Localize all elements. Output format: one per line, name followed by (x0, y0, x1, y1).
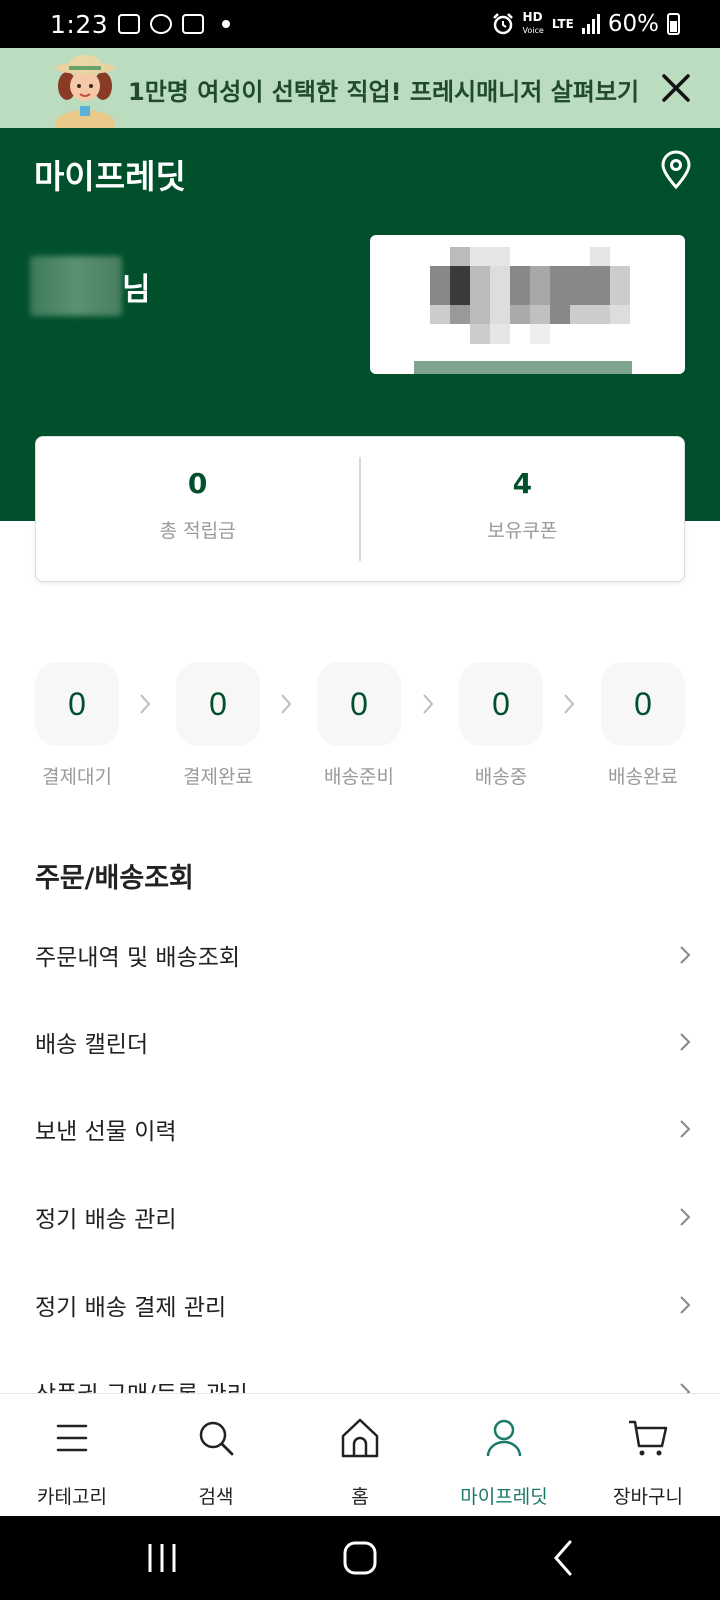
nav-item-home[interactable]: 홈 (288, 1394, 432, 1516)
reward-points-label: 총 적립금 (159, 520, 236, 542)
reward-points-value: 0 (187, 467, 208, 500)
bottom-nav: 카테고리 검색 홈 마이프레딧 장바구니 (0, 1393, 720, 1516)
fresh-manager-character-icon (55, 55, 115, 128)
voice-label: Voice (522, 26, 544, 35)
order-step-label: 결제완료 (183, 766, 253, 788)
status-left: 1:23 (50, 9, 231, 39)
app-screen: 1:23 HD Voice LTE 60% 1만명 여성이 선택한 직업! 프레… (0, 0, 720, 1600)
cart-icon (629, 1420, 668, 1456)
home-button-icon[interactable] (338, 1536, 382, 1580)
chevron-right-icon (423, 694, 434, 714)
points-card: 0 총 적립금 4 보유쿠폰 (35, 436, 685, 582)
promo-banner[interactable]: 1만명 여성이 선택한 직업! 프레시매니저 살펴보기 (0, 48, 720, 128)
promo-text: 1만명 여성이 선택한 직업! 프레시매니저 살펴보기 (128, 78, 640, 106)
nav-item-my-page[interactable]: 마이프레딧 (432, 1394, 576, 1516)
chevron-right-icon (140, 694, 151, 714)
chevron-right-icon (564, 694, 575, 714)
nav-label: 장바구니 (613, 1486, 683, 1508)
menu-item-subscription-delivery[interactable]: 정기 배송 관리 (0, 1187, 720, 1247)
barcode-redacted (430, 247, 630, 363)
menu-item-label: 정기 배송 관리 (35, 1207, 177, 1233)
nav-label: 검색 (198, 1486, 234, 1508)
back-icon[interactable] (542, 1536, 586, 1580)
chevron-right-icon (281, 694, 292, 714)
lte-indicator: LTE (551, 17, 574, 31)
order-status-steps: 0 결제대기 0 결제완료 0 배송준비 0 배송중 0 배송완료 (35, 662, 685, 792)
nav-item-category[interactable]: 카테고리 (0, 1394, 144, 1516)
user-name-redacted (30, 256, 122, 316)
battery-percent: 60% (607, 11, 659, 37)
menu-item-label: 주문내역 및 배송조회 (35, 945, 241, 971)
chevron-right-icon (680, 946, 691, 964)
order-step-preparing[interactable]: 0 배송준비 (317, 662, 401, 789)
page-title: 마이프레딧 (34, 157, 186, 196)
order-step-payment-pending[interactable]: 0 결제대기 (35, 662, 119, 789)
nav-item-cart[interactable]: 장바구니 (576, 1394, 720, 1516)
menu-item-order-history[interactable]: 주문내역 및 배송조회 (0, 925, 720, 985)
chevron-right-icon (680, 1033, 691, 1051)
location-pin-icon[interactable] (658, 150, 694, 190)
hd-voice-indicator: HD Voice (523, 11, 544, 37)
menu-item-label: 배송 캘린더 (35, 1032, 149, 1058)
menu-item-delivery-calendar[interactable]: 배송 캘린더 (0, 1012, 720, 1072)
order-step-payment-complete[interactable]: 0 결제완료 (176, 662, 260, 789)
menu-item-subscription-payment[interactable]: 정기 배송 결제 관리 (0, 1275, 720, 1335)
user-name-suffix: 님 (122, 272, 151, 308)
order-step-label: 결제대기 (42, 766, 112, 788)
order-step-label: 배송중 (474, 766, 528, 788)
status-time: 1:23 (50, 9, 109, 39)
chevron-right-icon (680, 1120, 691, 1138)
sync-notification-icon (150, 14, 173, 34)
order-step-label: 배송준비 (324, 766, 394, 788)
gallery-notification-icon (118, 14, 141, 34)
status-bar: 1:23 HD Voice LTE 60% (0, 0, 720, 48)
order-step-shipping[interactable]: 0 배송중 (459, 662, 543, 789)
home-icon (341, 1418, 379, 1458)
membership-barcode-card[interactable] (370, 235, 685, 374)
nav-item-search[interactable]: 검색 (144, 1394, 288, 1516)
section-title: 주문/배송조회 (35, 863, 194, 894)
recent-apps-icon[interactable] (140, 1536, 184, 1580)
order-step-count: 0 (176, 662, 260, 746)
menu-item-sent-gifts[interactable]: 보낸 선물 이력 (0, 1099, 720, 1159)
mail-notification-icon (182, 14, 205, 34)
coupon-count-label: 보유쿠폰 (487, 520, 558, 542)
menu-item-label: 정기 배송 결제 관리 (35, 1295, 227, 1321)
battery-icon (667, 13, 680, 35)
points-item-reward[interactable]: 0 총 적립금 (36, 437, 359, 581)
more-notifications-dot-icon (222, 20, 231, 28)
nav-label: 카테고리 (37, 1486, 107, 1508)
nav-label: 홈 (351, 1486, 369, 1508)
status-right: HD Voice LTE 60% (491, 11, 680, 37)
points-item-coupons[interactable]: 4 보유쿠폰 (361, 437, 684, 581)
order-step-count: 0 (317, 662, 401, 746)
system-navigation-bar (0, 1516, 720, 1600)
chevron-right-icon (680, 1296, 691, 1314)
close-icon[interactable] (656, 68, 696, 108)
menu-icon (56, 1424, 88, 1452)
order-step-delivered[interactable]: 0 배송완료 (601, 662, 685, 789)
menu-item-label: 보낸 선물 이력 (35, 1119, 177, 1145)
chevron-right-icon (680, 1208, 691, 1226)
order-step-count: 0 (459, 662, 543, 746)
alarm-icon (492, 13, 513, 35)
coupon-count-value: 4 (512, 467, 533, 500)
search-icon (199, 1421, 234, 1456)
nav-label: 마이프레딧 (460, 1486, 548, 1508)
hd-label: HD (522, 10, 543, 24)
order-step-count: 0 (601, 662, 685, 746)
user-icon (486, 1419, 522, 1457)
order-step-label: 배송완료 (608, 766, 678, 788)
signal-icon (581, 14, 600, 34)
barcode-strip (414, 361, 632, 374)
order-step-count: 0 (35, 662, 119, 746)
